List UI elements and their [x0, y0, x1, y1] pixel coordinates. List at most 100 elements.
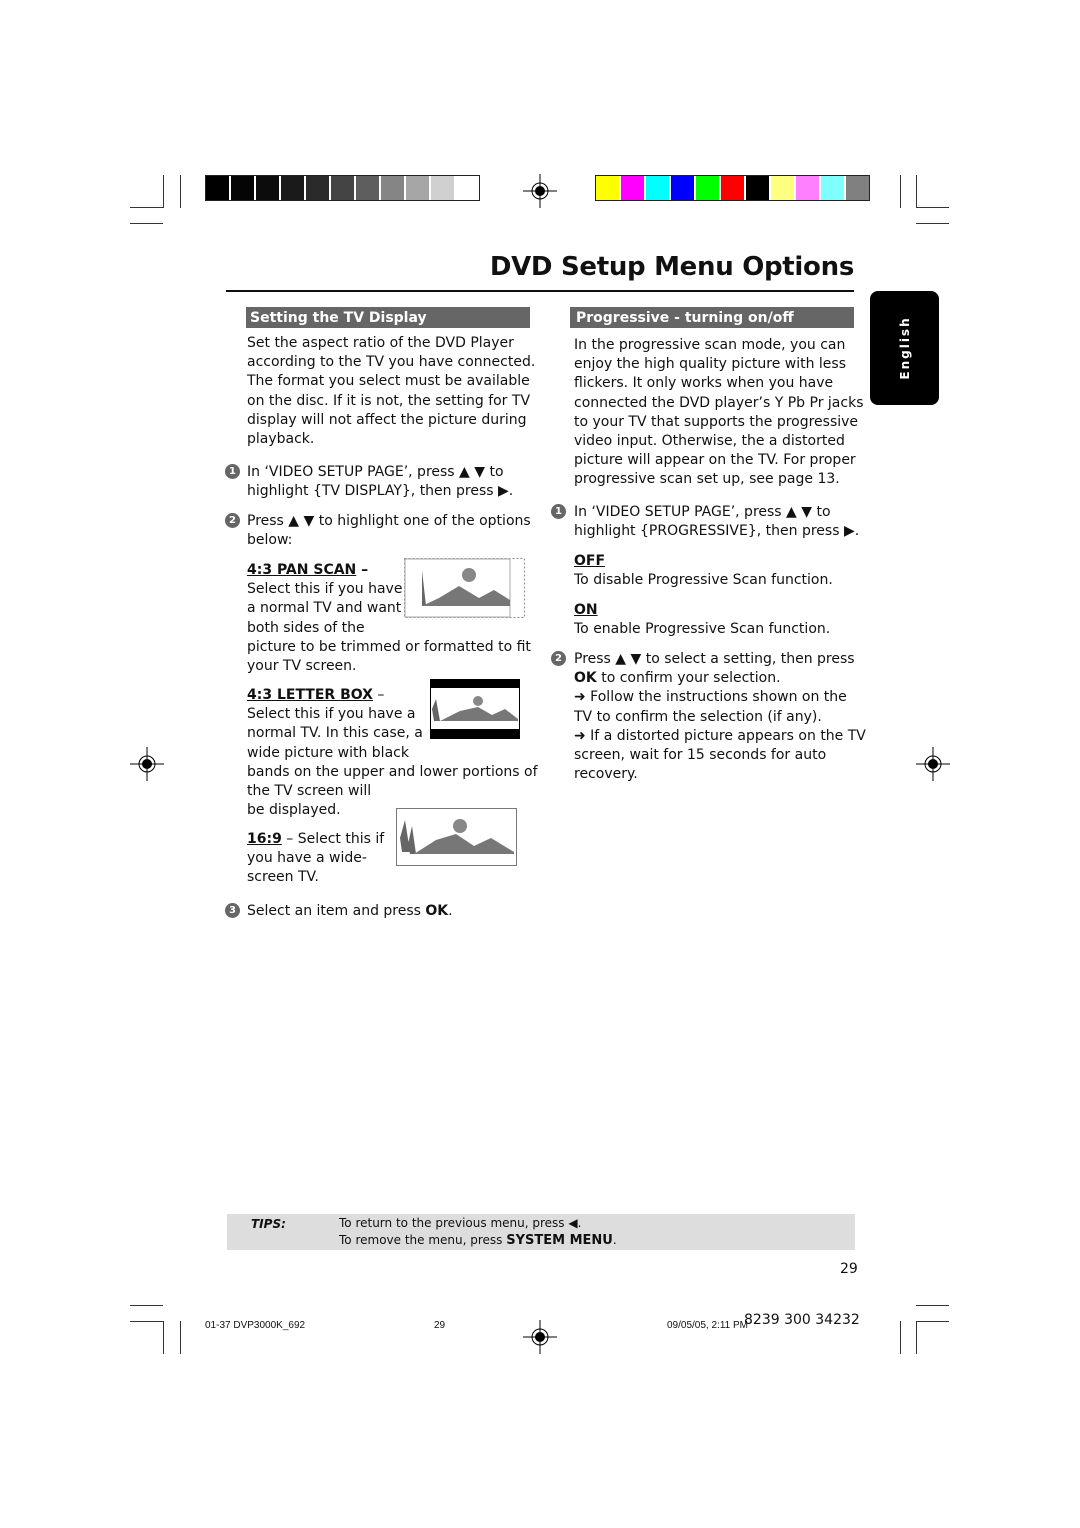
- text-line: wide picture with black: [247, 744, 409, 761]
- calibration-swatch: [381, 176, 404, 200]
- text-line: .: [612, 1233, 617, 1247]
- option-on: ON To enable Progressive Scan function.: [574, 601, 830, 639]
- crop-mark: [916, 1321, 917, 1354]
- text-line: recovery.: [574, 766, 638, 783]
- calibration-swatch: [771, 176, 794, 200]
- text-line: your TV screen.: [247, 658, 357, 675]
- tips-line: To remove the menu, press SYSTEM MENU.: [339, 1233, 617, 1248]
- text-line: To enable Progressive Scan function.: [574, 621, 831, 638]
- calibration-swatch: [746, 176, 769, 200]
- calibration-swatch: [281, 176, 304, 200]
- step-2-text: Press ▲ ▼ to highlight one of the option…: [247, 512, 531, 550]
- footer-page: 29: [434, 1320, 446, 1331]
- text-line: video input. Otherwise, the a distorted: [574, 433, 845, 450]
- text-line: enjoy the high quality picture with less: [574, 356, 847, 373]
- letter-box-illustration: [430, 679, 520, 739]
- ok-key-label: OK: [425, 903, 449, 919]
- option-label: 4:3 PAN SCAN: [247, 562, 357, 578]
- calibration-swatch: [621, 176, 644, 200]
- crop-mark: [130, 1321, 163, 1322]
- color-calibration-bar: [595, 175, 870, 201]
- section-heading-progressive: Progressive - turning on/off: [570, 307, 854, 328]
- widescreen-illustration: [396, 808, 517, 866]
- text-line: highlight {TV DISPLAY}, then press ▶.: [247, 483, 514, 500]
- text-line: playback.: [247, 431, 315, 448]
- calibration-swatch: [306, 176, 329, 200]
- crop-mark: [916, 223, 949, 224]
- crop-mark: [916, 1305, 949, 1306]
- text-line: To remove the menu, press: [339, 1233, 507, 1247]
- crop-mark: [163, 175, 164, 208]
- page-number: 29: [840, 1261, 858, 1277]
- step-number-badge: 1: [551, 504, 566, 519]
- section-heading-tv-display: Setting the TV Display: [246, 307, 530, 328]
- calibration-swatch: [646, 176, 669, 200]
- text-line: the TV screen will: [247, 783, 372, 800]
- crop-mark: [130, 223, 163, 224]
- text-line: to your TV that supports the progressive: [574, 413, 859, 430]
- text-line: progressive scan set up, see page 13.: [574, 471, 840, 488]
- calibration-swatch: [206, 176, 229, 200]
- text-line: Press ▲ ▼ to highlight one of the option…: [247, 513, 531, 529]
- registration-mark-icon: [523, 1320, 557, 1354]
- footer-product-code: 8239 300 34232: [744, 1312, 860, 1328]
- step-3-text: Select an item and press OK.: [247, 902, 453, 921]
- text-line: highlight {PROGRESSIVE}, then press ▶.: [574, 523, 860, 540]
- text-line: Set the aspect ratio of the DVD Player: [247, 335, 514, 351]
- text-line: Press ▲ ▼ to select a setting, then pres…: [574, 651, 855, 667]
- dash: –: [356, 562, 369, 578]
- text-line: TV to confirm the selection (if any).: [574, 708, 822, 725]
- registration-mark-icon: [130, 747, 164, 781]
- ok-key-label: OK: [574, 670, 597, 687]
- registration-mark-icon: [523, 174, 557, 208]
- text-line: you have a wide-: [247, 850, 367, 867]
- footer-date: 09/05/05, 2:11 PM: [667, 1320, 748, 1331]
- footer-file-name: 01-37 DVP3000K_692: [205, 1320, 306, 1331]
- crop-mark: [900, 175, 901, 208]
- calibration-swatch: [231, 176, 254, 200]
- crop-mark: [180, 1321, 181, 1354]
- calibration-swatch: [596, 176, 619, 200]
- text-line: on the disc. If it is not, the setting f…: [247, 392, 531, 409]
- option-label: ON: [574, 602, 598, 618]
- option-off: OFF To disable Progressive Scan function…: [574, 552, 833, 590]
- progressive-step-1-text: In ‘VIDEO SETUP PAGE’, press ▲ ▼ to high…: [574, 503, 859, 541]
- grayscale-calibration-bar: [205, 175, 480, 201]
- text-line: ➜ Follow the instructions shown on the: [574, 689, 847, 706]
- calibration-swatch: [821, 176, 844, 200]
- dash: –: [372, 687, 385, 703]
- text-line: to confirm your selection.: [596, 670, 781, 687]
- text-line: below:: [247, 532, 293, 549]
- option-label: OFF: [574, 553, 606, 569]
- tips-line: To return to the previous menu, press ◀.: [339, 1216, 582, 1230]
- calibration-swatch: [796, 176, 819, 200]
- progressive-step-2-text: Press ▲ ▼ to select a setting, then pres…: [574, 650, 866, 784]
- text-line: In ‘VIDEO SETUP PAGE’, press ▲ ▼ to: [247, 464, 504, 480]
- text-line: flickers. It only works when you have: [574, 375, 834, 392]
- text-line: picture will appear on the TV. For prope…: [574, 452, 856, 469]
- text-line: .: [448, 903, 453, 919]
- text-line: To disable Progressive Scan function.: [574, 572, 833, 589]
- text-line: display will not affect the picture duri…: [247, 411, 527, 428]
- language-label: English: [897, 316, 912, 380]
- step-1-text: In ‘VIDEO SETUP PAGE’, press ▲ ▼ to high…: [247, 463, 513, 501]
- crop-mark: [916, 1321, 949, 1322]
- option-16-9: 16:9 – Select this if you have a wide- s…: [247, 830, 384, 888]
- tips-label: TIPS:: [251, 1217, 286, 1231]
- crop-mark: [916, 175, 917, 208]
- calibration-swatch: [406, 176, 429, 200]
- tv-display-intro: Set the aspect ratio of the DVD Player a…: [247, 334, 535, 449]
- registration-mark-icon: [916, 747, 950, 781]
- text-line: In the progressive scan mode, you can: [574, 337, 846, 353]
- calibration-swatch: [456, 176, 479, 200]
- calibration-swatch: [356, 176, 379, 200]
- calibration-swatch: [721, 176, 744, 200]
- progressive-intro: In the progressive scan mode, you can en…: [574, 336, 863, 490]
- text-line: In ‘VIDEO SETUP PAGE’, press ▲ ▼ to: [574, 504, 831, 520]
- system-menu-key-label: SYSTEM MENU: [506, 1233, 613, 1248]
- text-line: connected the DVD player’s Y Pb Pr jacks: [574, 394, 864, 411]
- step-number-badge: 1: [225, 464, 240, 479]
- step-number-badge: 2: [225, 513, 240, 528]
- text-line: picture to be trimmed or formatted to fi…: [247, 638, 531, 655]
- calibration-swatch: [846, 176, 869, 200]
